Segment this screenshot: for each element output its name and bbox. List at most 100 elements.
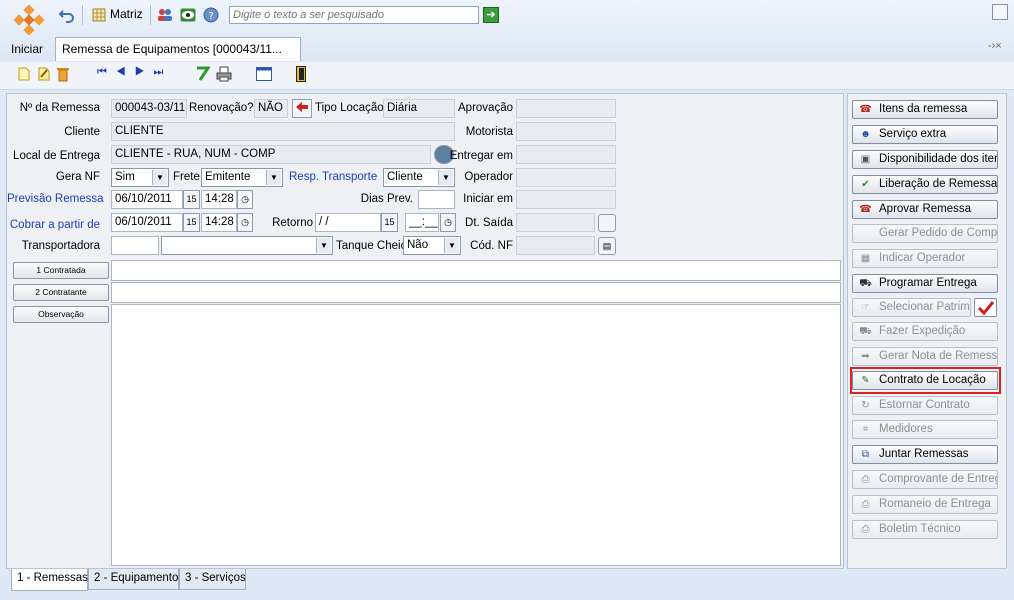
clock-icon[interactable]: ◷: [237, 213, 253, 232]
remessa-form: Nº da Remessa 000043-03/11 Renovação? NÃ…: [6, 93, 844, 569]
entregar-em-label: Entregar em: [449, 150, 513, 162]
operador-field[interactable]: [516, 168, 616, 187]
new-record-icon[interactable]: [17, 67, 31, 81]
tipo-locacao-field[interactable]: Diária: [383, 99, 455, 118]
undo-icon[interactable]: [58, 6, 76, 24]
action-button-1[interactable]: ☻ Serviço extra: [852, 125, 998, 144]
eye-icon[interactable]: [179, 6, 197, 24]
retorno-data-field[interactable]: / /: [315, 213, 381, 232]
dt-saida-field[interactable]: [516, 213, 595, 232]
action-button-15[interactable]: ⎙ Comprovante de Entrega: [852, 470, 998, 489]
red-arrow-left-icon: [296, 102, 308, 112]
document-tab[interactable]: Remessa de Equipamentos [000043/11...: [55, 37, 301, 61]
previsao-label[interactable]: Previsão Remessa: [7, 193, 104, 205]
previsao-hora-field[interactable]: 14:28: [201, 190, 237, 209]
contratante-field[interactable]: [111, 282, 841, 303]
action-label: Disponibilidade dos itens: [879, 153, 998, 165]
company-label[interactable]: Matriz: [110, 7, 143, 21]
delete-record-icon[interactable]: [56, 66, 70, 82]
action-label: Romaneio de Entrega: [879, 498, 991, 510]
start-menu-button[interactable]: Iniciar: [4, 38, 50, 60]
action-button-16[interactable]: ⎙ Romaneio de Entrega: [852, 495, 998, 514]
action-button-8[interactable]: ☞ Selecionar Patrim.: [852, 298, 971, 317]
action-button-10[interactable]: ➡ Gerar Nota de Remessa: [852, 347, 998, 366]
action-button-2[interactable]: ▣ Disponibilidade dos itens: [852, 150, 998, 169]
observacao-button[interactable]: Observação: [13, 306, 109, 323]
window-icon[interactable]: [256, 67, 272, 81]
contratante-button[interactable]: 2 Contratante: [13, 284, 109, 301]
observacao-textarea[interactable]: [111, 304, 841, 566]
cobrar-hora-field[interactable]: 14:28: [201, 213, 237, 232]
action-button-13[interactable]: ⌗ Medidores: [852, 420, 998, 439]
calendar-icon[interactable]: 15: [381, 213, 398, 232]
tab-close-icon[interactable]: -›×: [988, 40, 1002, 52]
bottom-tab-bar: 1 - Remessas 2 - Equipamentos 3 - Serviços: [6, 569, 1007, 591]
motorista-field[interactable]: [516, 122, 616, 141]
retorno-hora-field[interactable]: __:__: [405, 213, 439, 232]
search-input[interactable]: [229, 6, 479, 24]
window-restore-icon[interactable]: [992, 4, 1008, 20]
action-label: Fazer Expedição: [879, 325, 966, 337]
renovacao-field[interactable]: NÃO: [254, 99, 288, 118]
previsao-data-field[interactable]: 06/10/2011: [111, 190, 183, 209]
action-button-17[interactable]: ⎙ Boletim Técnico: [852, 520, 998, 539]
resp-transporte-select[interactable]: Cliente ▼: [383, 168, 455, 187]
dt-saida-button[interactable]: [598, 214, 616, 232]
company-icon[interactable]: [90, 6, 108, 24]
action-button-12[interactable]: ↻ Estornar Contrato: [852, 396, 998, 415]
grid-icon: ▦: [860, 253, 871, 264]
local-entrega-field[interactable]: CLIENTE - RUA, NUM - COMP: [111, 145, 431, 164]
dias-prev-label: Dias Prev.: [360, 193, 413, 205]
clock-icon[interactable]: ◷: [237, 190, 253, 209]
gera-nf-value: Sim: [115, 171, 135, 183]
gera-nf-label: Gera NF: [55, 171, 100, 183]
document-icon[interactable]: ▤: [598, 237, 616, 255]
resp-transporte-label[interactable]: Resp. Transporte: [289, 171, 377, 183]
action-button-9[interactable]: ⛟ Fazer Expedição: [852, 322, 998, 341]
numero-field[interactable]: 000043-03/11: [111, 99, 187, 118]
action-button-0[interactable]: ☎ Itens da remessa: [852, 100, 998, 119]
renovacao-arrow-button[interactable]: [292, 99, 312, 118]
entregar-em-field[interactable]: [516, 145, 616, 164]
edit-record-icon[interactable]: [37, 67, 51, 81]
printer-icon: ⎙: [861, 474, 870, 485]
cod-nf-field[interactable]: [516, 236, 595, 255]
action-button-5[interactable]: Gerar Pedido de Compra: [852, 224, 998, 243]
action-button-6[interactable]: ▦ Indicar Operador: [852, 249, 998, 268]
cobrar-data-field[interactable]: 06/10/2011: [111, 213, 183, 232]
navigation-arrows-icon[interactable]: ⏮◀▶⏭: [97, 66, 172, 79]
selecionar-check-button[interactable]: [974, 298, 997, 317]
action-button-4[interactable]: ☎ Aprovar Remessa: [852, 200, 998, 219]
exit-door-icon[interactable]: [296, 66, 306, 82]
blank-icon: [858, 227, 873, 240]
users-icon[interactable]: [156, 6, 174, 24]
action-button-7[interactable]: ⛟ Programar Entrega: [852, 274, 998, 293]
clipboard-icon: ▣: [860, 154, 871, 165]
action-button-3[interactable]: ✔ Liberação de Remessa: [852, 175, 998, 194]
contratada-field[interactable]: [111, 260, 841, 281]
transportadora-code-field[interactable]: [111, 236, 159, 255]
action-button-14[interactable]: ⧉ Juntar Remessas: [852, 445, 998, 464]
calendar-icon[interactable]: 15: [183, 213, 200, 232]
action-button-11[interactable]: ✎ Contrato de Locação: [852, 371, 998, 390]
action-label: Aprovar Remessa: [879, 203, 972, 215]
cliente-field[interactable]: CLIENTE: [111, 122, 455, 141]
transportadora-select[interactable]: ▼: [161, 236, 333, 255]
search-go-icon[interactable]: ➔: [483, 7, 499, 23]
calendar-icon[interactable]: 15: [183, 190, 200, 209]
bottom-tab-3[interactable]: 3 - Serviços: [179, 569, 246, 590]
aprovacao-field[interactable]: [516, 99, 616, 118]
gera-nf-select[interactable]: Sim ▼: [111, 168, 169, 187]
print-icon[interactable]: [216, 66, 232, 82]
confirm-icon[interactable]: [196, 66, 210, 82]
frete-select[interactable]: Emitente ▼: [201, 168, 283, 187]
contratada-button[interactable]: 1 Contratada: [13, 262, 109, 279]
help-icon[interactable]: ?: [202, 6, 220, 24]
bottom-tab-2[interactable]: 2 - Equipamentos: [88, 569, 184, 590]
cod-nf-label: Cód. NF: [470, 240, 513, 252]
app-logo-icon[interactable]: [14, 5, 44, 35]
bottom-tab-1[interactable]: 1 - Remessas: [11, 569, 88, 591]
refresh-icon: ↻: [861, 400, 870, 411]
iniciar-em-field[interactable]: [516, 190, 616, 209]
cobrar-label[interactable]: Cobrar a partir de: [7, 219, 100, 231]
